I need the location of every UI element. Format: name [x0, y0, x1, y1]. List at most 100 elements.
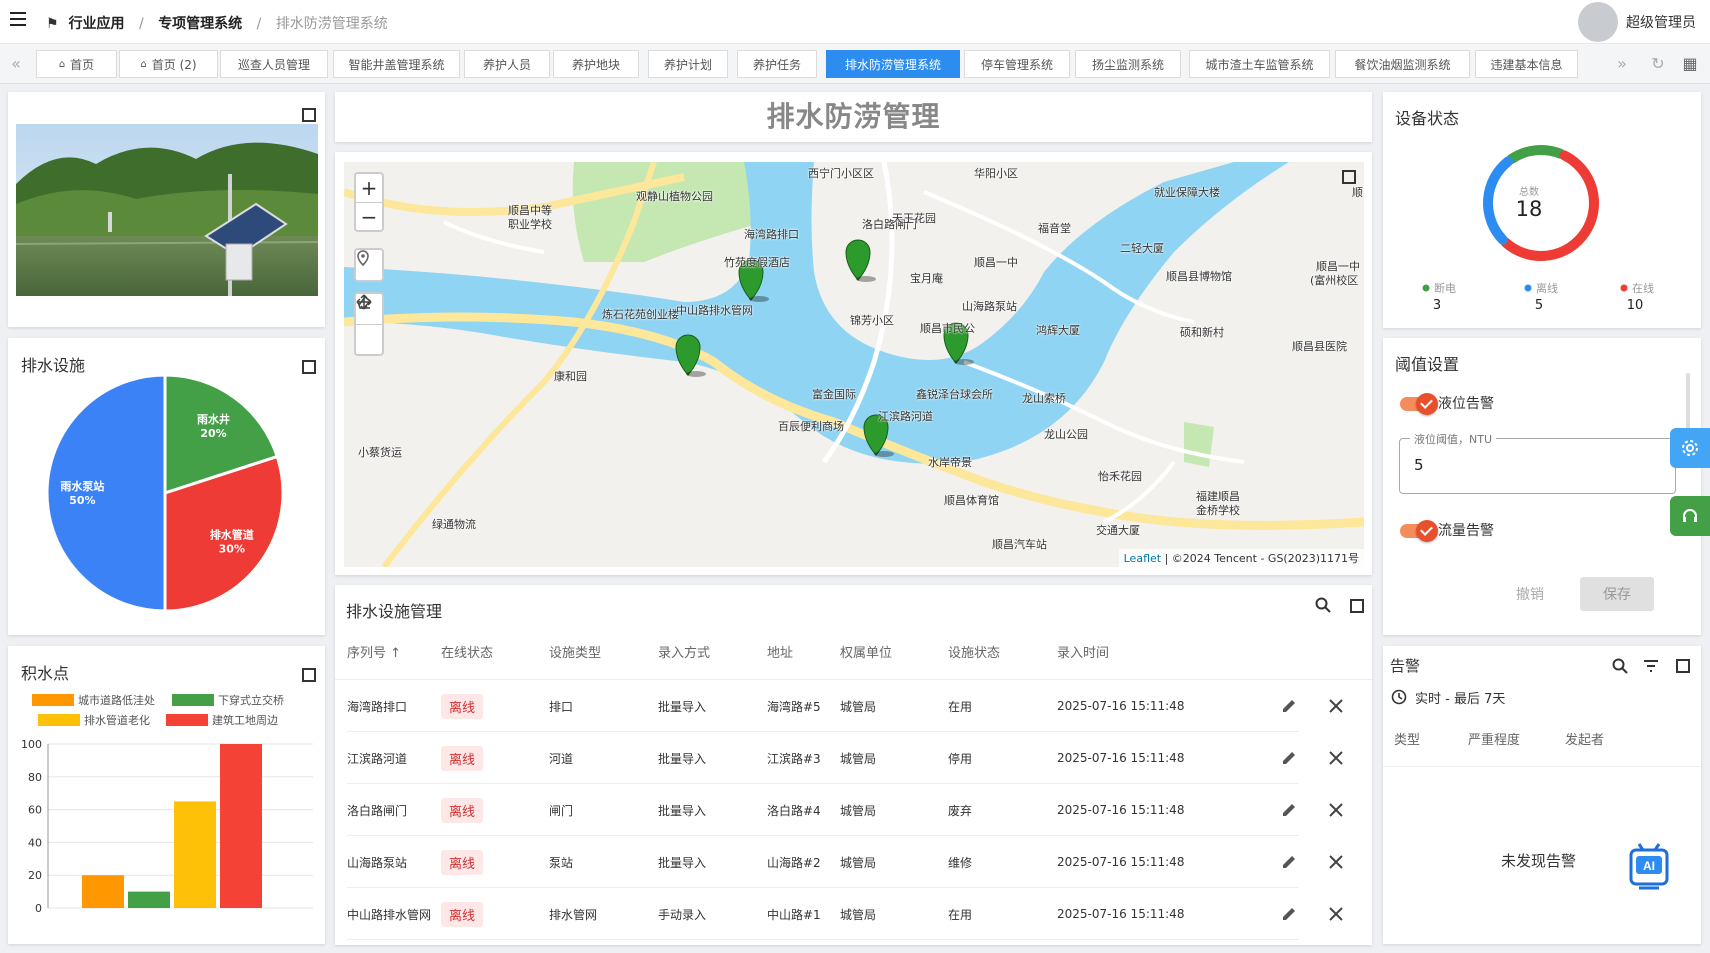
edit-icon[interactable] [1280, 732, 1298, 784]
grid-icon[interactable]: ▦ [1678, 52, 1702, 76]
ai-assistant-icon[interactable]: AI [1629, 842, 1669, 896]
fullscreen-icon[interactable] [1350, 599, 1364, 613]
tabs-scroll-right-icon[interactable]: » [1610, 52, 1634, 76]
tab-muck-truck[interactable]: 城市渣土车监管系统 [1189, 50, 1330, 78]
fullscreen-icon[interactable] [302, 108, 316, 122]
refresh-icon[interactable]: ↻ [1646, 52, 1670, 76]
search-icon[interactable] [1315, 597, 1331, 617]
legend-label[interactable]: 建筑工地周边 [212, 713, 278, 727]
table-row[interactable]: 山海路泵站 离线 泵站 批量导入 山海路#2 城管局 维修 2025-07-16 15:11:… [347, 836, 1343, 888]
pie-slice[interactable] [45, 373, 167, 613]
pie-label: 雨水井 [197, 412, 230, 426]
menu-icon[interactable] [10, 12, 26, 26]
column-header-address[interactable]: 地址 [767, 642, 793, 661]
delete-icon[interactable] [1328, 732, 1344, 784]
column-header-owner[interactable]: 权属单位 [840, 642, 892, 661]
level-alarm-toggle[interactable] [1400, 393, 1438, 415]
map-pin-icon[interactable] [356, 250, 382, 280]
tab-home-2[interactable]: ⌂ 首页 (2) [119, 50, 218, 78]
legend-label[interactable]: 城市道路低洼处 [78, 693, 155, 707]
delete-icon[interactable] [1328, 888, 1344, 940]
tab-drainage[interactable]: 排水防涝管理系统 [826, 50, 960, 78]
eraser-icon[interactable] [356, 295, 382, 354]
facility-name-cell: 海湾路排口 [347, 680, 431, 732]
column-header-time[interactable]: 录入时间 [1057, 642, 1109, 661]
delete-icon[interactable] [1328, 836, 1344, 888]
edit-icon[interactable] [1280, 680, 1298, 732]
level-threshold-value[interactable]: 5 [1414, 456, 1424, 474]
column-header-online[interactable]: 在线状态 [441, 642, 493, 661]
legend-label[interactable]: 排水管道老化 [84, 713, 150, 727]
edit-icon[interactable] [1280, 888, 1298, 940]
tab-maintenance-plots[interactable]: 养护地块 [553, 50, 639, 78]
legend-value: 10 [1627, 298, 1644, 313]
map-label: 江滨路河道 [878, 410, 933, 423]
map-label: 顺昌市民公 [920, 322, 975, 335]
entry-time: 2025-07-16 15:11:48 [1057, 855, 1185, 869]
tab-parking[interactable]: 停车管理系统 [964, 50, 1070, 78]
map-fullscreen-icon[interactable] [1342, 170, 1356, 184]
bar[interactable] [128, 891, 170, 908]
save-button[interactable]: 保存 [1580, 577, 1654, 611]
facility-type: 排口 [549, 699, 574, 714]
tab-dust[interactable]: 扬尘监测系统 [1075, 50, 1181, 78]
column-header-method[interactable]: 录入方式 [658, 642, 710, 661]
tabs-scroll-left-icon[interactable]: « [4, 52, 28, 76]
map[interactable]: + − 西宁门小区区 华阳小区 观静山植物公园 顺昌中等 职业学校 就业保障大楼… [344, 162, 1364, 567]
bar[interactable] [220, 744, 262, 908]
alarm-time-filter[interactable]: 实时 - 最后 7天 [1415, 688, 1505, 707]
avatar[interactable] [1578, 2, 1618, 42]
entry-time: 2025-07-16 15:11:48 [1057, 699, 1185, 713]
settings-side-button[interactable] [1670, 428, 1710, 468]
delete-icon[interactable] [1328, 784, 1344, 836]
tab-maintenance-staff[interactable]: 养护人员 [464, 50, 550, 78]
table-row[interactable]: 江滨路河道 离线 河道 批量导入 江滨路#3 城管局 停用 2025-07-16 15:11:… [347, 732, 1343, 784]
scrollbar[interactable] [1686, 373, 1690, 433]
column-header-type[interactable]: 设施类型 [549, 642, 601, 661]
delete-icon[interactable] [1328, 680, 1344, 732]
leaflet-link[interactable]: Leaflet [1124, 552, 1161, 565]
tab-inspectors[interactable]: 巡查人员管理 [220, 50, 328, 78]
breadcrumb-item-1[interactable]: 行业应用 [69, 16, 125, 32]
column-header-serial[interactable]: 序列号 ↑ [347, 642, 401, 661]
legend-label: 离线 [1536, 281, 1558, 295]
zoom-in-button[interactable]: + [356, 174, 382, 202]
tab-home[interactable]: ⌂ 首页 [36, 50, 117, 78]
fullscreen-icon[interactable] [1676, 659, 1690, 673]
flow-alarm-toggle[interactable] [1400, 520, 1438, 542]
table-row[interactable]: 中山路排水管网 离线 排水管网 手动录入 中山路#1 城管局 在用 2025-07-16 15… [347, 888, 1343, 940]
search-icon[interactable] [1612, 658, 1628, 678]
legend-swatch[interactable] [38, 714, 80, 726]
table-row[interactable]: 海湾路排口 离线 排口 批量导入 海湾路#5 城管局 在用 2025-07-16 15:11:… [347, 680, 1343, 732]
alarm-column-type[interactable]: 类型 [1394, 729, 1420, 748]
user-name[interactable]: 超级管理员 [1626, 12, 1696, 32]
tab-maintenance-plan[interactable]: 养护计划 [648, 50, 728, 78]
table-row[interactable]: 洛白路闸门 离线 闸门 批量导入 洛白路#4 城管局 废弃 2025-07-16 15:11:… [347, 784, 1343, 836]
legend-swatch[interactable] [32, 694, 74, 706]
user-menu[interactable]: 超级管理员 [1578, 2, 1696, 42]
edit-icon[interactable] [1280, 784, 1298, 836]
tab-maintenance-tasks[interactable]: 养护任务 [737, 50, 817, 78]
cancel-button[interactable]: 撤销 [1493, 577, 1567, 611]
donut-segment[interactable] [1506, 145, 1566, 164]
legend-swatch[interactable] [166, 714, 208, 726]
tab-illegal-building[interactable]: 违建基本信息 [1475, 50, 1578, 78]
legend-label[interactable]: 下穿式立交桥 [218, 693, 284, 707]
column-header-status[interactable]: 设施状态 [948, 642, 1000, 661]
zoom-out-button[interactable]: − [356, 202, 382, 230]
support-side-button[interactable] [1670, 496, 1710, 536]
bar[interactable] [82, 875, 124, 908]
alarm-column-originator[interactable]: 发起者 [1565, 729, 1604, 748]
filter-icon[interactable] [1643, 660, 1659, 676]
level-threshold-field[interactable]: 液位阈值，NTU 5 [1399, 431, 1676, 494]
breadcrumb-item-2[interactable]: 专项管理系统 [158, 16, 242, 32]
table-title: 排水设施管理 [346, 602, 443, 621]
edit-icon[interactable] [1280, 836, 1298, 888]
tab-fume[interactable]: 餐饮油烟监测系统 [1335, 50, 1470, 78]
tab-label: 养护地块 [571, 57, 620, 72]
legend-swatch[interactable] [172, 694, 214, 706]
bar[interactable] [174, 801, 216, 908]
alarm-column-severity[interactable]: 严重程度 [1468, 729, 1520, 748]
tab-manhole[interactable]: 智能井盖管理系统 [333, 50, 460, 78]
facility-status: 维修 [948, 855, 973, 870]
